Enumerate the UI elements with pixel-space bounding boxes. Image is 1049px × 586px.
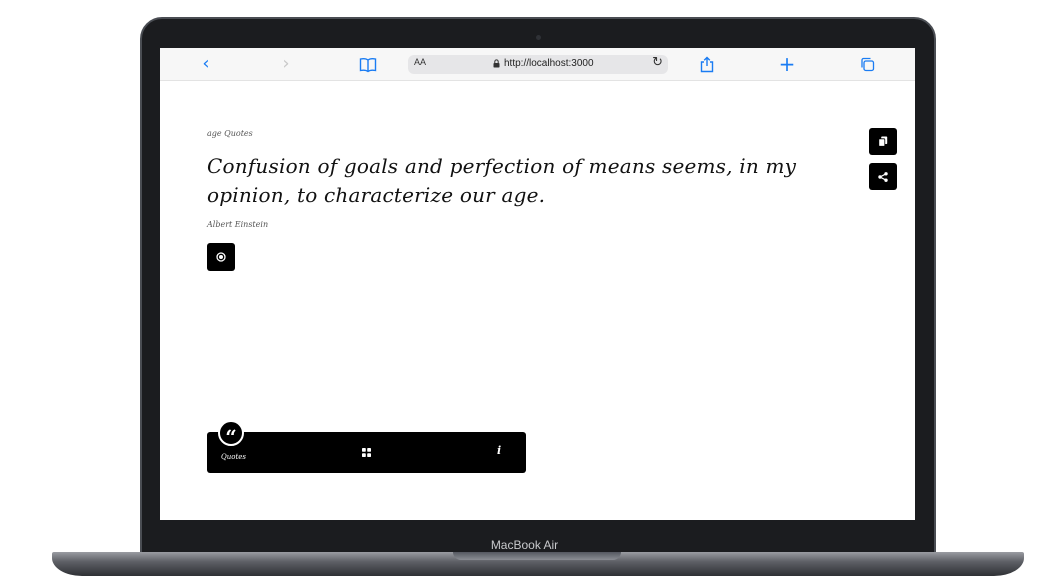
tabs-icon: [860, 57, 874, 72]
share-button[interactable]: [697, 54, 717, 74]
lock-icon: [493, 59, 500, 68]
quotes-nav-label[interactable]: Quotes: [221, 453, 246, 461]
new-tab-button[interactable]: +: [777, 54, 797, 74]
bookmarks-button[interactable]: [358, 54, 378, 74]
record-icon: [216, 252, 226, 262]
quote-text: Confusion of goals and perfection of mea…: [207, 154, 797, 207]
browser-toolbar: ‹ › AA http://localhost:3000 ↻ +: [160, 48, 915, 81]
bottom-navigation: “ Quotes i: [207, 420, 526, 473]
back-button[interactable]: ‹: [198, 54, 214, 74]
speak-button[interactable]: [207, 243, 235, 271]
info-icon[interactable]: i: [497, 444, 501, 457]
copy-button[interactable]: [869, 128, 897, 155]
device-label: MacBook Air: [490, 538, 559, 552]
laptop-notch: [453, 552, 621, 560]
tabs-button[interactable]: [857, 54, 877, 74]
book-icon: [359, 58, 377, 73]
quote-category: age Quotes: [207, 129, 253, 138]
browser-screen: ‹ › AA http://localhost:3000 ↻ + age Quo…: [160, 48, 915, 520]
share-icon: [700, 56, 714, 73]
copy-icon: [878, 136, 888, 147]
reload-button[interactable]: ↻: [652, 55, 663, 70]
grid-icon[interactable]: [362, 448, 371, 457]
quote-author: Albert Einstein: [207, 220, 269, 229]
quotes-nav-icon[interactable]: “: [218, 420, 244, 449]
url-text: http://localhost:3000: [504, 58, 594, 69]
share-quote-button[interactable]: [869, 163, 897, 190]
share-nodes-icon: [878, 171, 888, 182]
text-size-button[interactable]: AA: [414, 57, 426, 67]
camera: [536, 35, 541, 40]
address-bar[interactable]: AA http://localhost:3000 ↻: [408, 55, 668, 74]
forward-button[interactable]: ›: [278, 54, 294, 74]
